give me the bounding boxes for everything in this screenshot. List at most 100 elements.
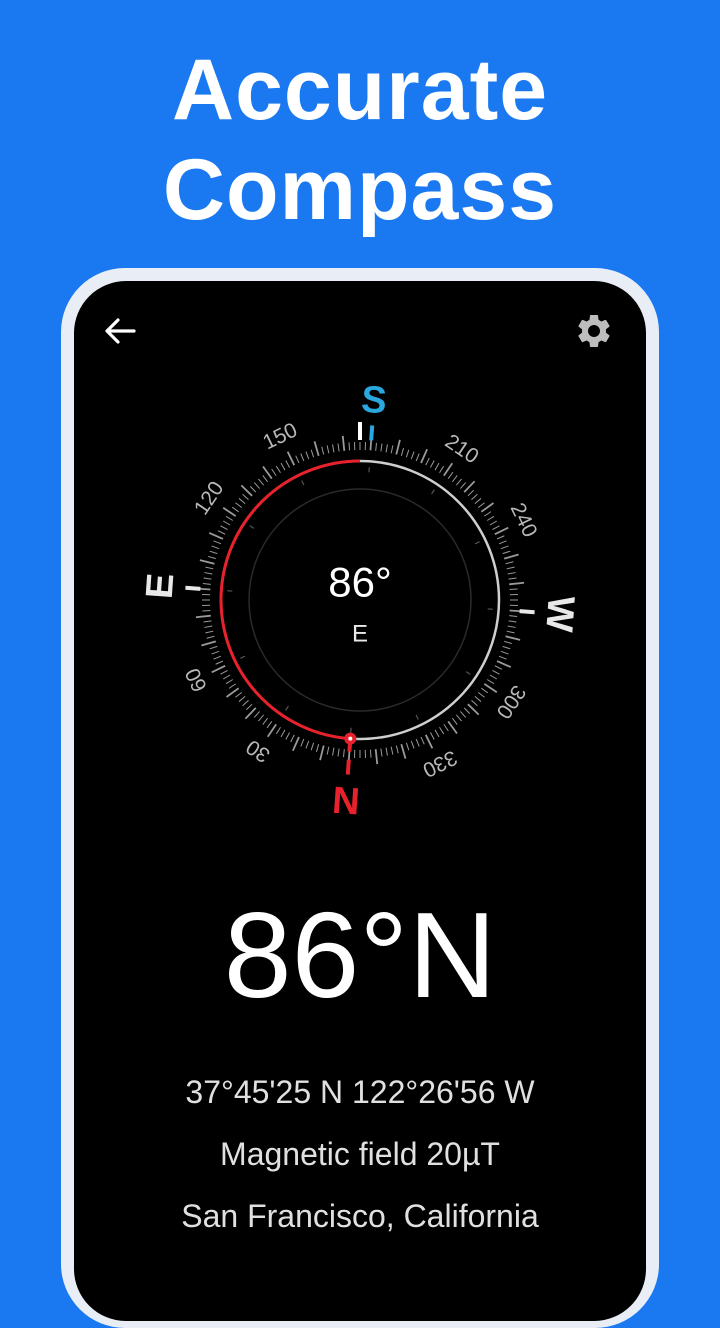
dial-tick: [487, 679, 494, 683]
dial-tick: [376, 443, 377, 451]
dial-tick: [343, 749, 344, 757]
dial-tick: [396, 440, 400, 455]
dial-tick: [212, 651, 220, 654]
center-heading: 86°: [328, 559, 392, 606]
inner-tick: [466, 672, 470, 675]
coordinates-text: 37°45'25 N 122°26'56 W: [74, 1072, 646, 1112]
dial-tick: [475, 498, 481, 503]
center-direction: E: [352, 621, 368, 648]
dial-tick: [391, 445, 393, 453]
dial-tick: [490, 521, 497, 525]
dial-tick: [246, 704, 252, 710]
dial-tick: [452, 718, 457, 724]
dial-tick: [293, 737, 299, 751]
dial-tick: [503, 551, 511, 553]
dial-tick: [214, 541, 221, 544]
inner-tick: [432, 490, 435, 494]
dial-tick: [452, 475, 457, 481]
dial-tick: [200, 560, 215, 564]
dial-tick: [509, 583, 524, 585]
dial-tick: [460, 483, 465, 489]
dial-tick: [291, 735, 295, 742]
dial-tick: [401, 448, 403, 456]
dial-tick: [281, 463, 285, 470]
cardinal-south-bar: [371, 425, 372, 440]
dial-tick: [430, 460, 434, 467]
inner-tick: [416, 715, 418, 719]
dial-tick: [306, 741, 309, 749]
dial-tick: [468, 490, 474, 496]
dial-tick: [495, 666, 502, 670]
dial-number: 120: [190, 477, 229, 519]
dial-tick: [243, 494, 249, 499]
dial-tick: [203, 583, 211, 584]
dial-tick: [444, 463, 452, 475]
dial-tick: [333, 444, 334, 452]
dial-tick: [439, 466, 443, 473]
dial-tick: [210, 551, 218, 553]
dial-number: 150: [259, 418, 301, 454]
dial-tick: [508, 573, 516, 574]
dial-tick: [216, 661, 223, 664]
dial-tick: [223, 521, 230, 525]
dial-tick: [507, 631, 515, 633]
dial-tick: [499, 656, 506, 659]
dial-number: 30: [242, 735, 274, 767]
dial-tick: [343, 436, 345, 451]
dial-tick: [508, 626, 516, 627]
dial-tick: [220, 526, 227, 530]
dial-tick: [272, 469, 276, 476]
dial-tick: [201, 641, 215, 645]
dial-tick: [204, 626, 212, 627]
dial-tick: [478, 692, 484, 697]
north-dot-center: [348, 737, 352, 741]
dial-tick: [220, 670, 227, 674]
dial-tick: [448, 472, 453, 478]
dial-tick: [205, 631, 213, 633]
dial-tick: [504, 641, 512, 643]
dial-tick: [267, 721, 272, 727]
cardinal-north: N: [331, 778, 361, 822]
dial-tick: [509, 578, 517, 579]
dial-tick: [406, 743, 408, 751]
dial-tick: [311, 743, 313, 751]
dial-tick: [263, 718, 268, 724]
dial-tick: [327, 747, 329, 755]
dial-tick: [490, 675, 497, 679]
dial-tick: [226, 679, 233, 683]
dial-tick: [426, 458, 430, 465]
dial-tick: [416, 454, 419, 461]
dial-tick: [430, 732, 434, 739]
dial-number: 210: [441, 430, 483, 469]
dial-tick: [506, 562, 514, 564]
dial-tick: [421, 737, 424, 744]
dial-tick: [276, 727, 280, 734]
dial-number: 60: [181, 664, 212, 695]
dial-tick: [396, 746, 398, 754]
dial-tick: [258, 479, 263, 485]
dial-tick: [507, 567, 515, 569]
dial-tick: [212, 666, 225, 673]
dial-number: 330: [419, 746, 461, 782]
dial-tick: [205, 567, 213, 569]
dial-tick: [349, 442, 350, 450]
dial-tick: [202, 610, 210, 611]
dial-tick: [315, 441, 319, 455]
dial-tick: [204, 573, 212, 574]
magnetic-field-text: Magnetic field 20µT: [74, 1134, 646, 1174]
dial-tick: [391, 747, 393, 755]
inner-tick: [475, 542, 479, 544]
dial-tick: [386, 444, 387, 452]
dial-tick: [218, 531, 225, 535]
dial-tick: [235, 503, 241, 508]
dial-tick: [406, 450, 408, 458]
dial-tick: [478, 503, 484, 508]
dial-tick: [232, 507, 238, 512]
dial-tick: [258, 715, 263, 721]
dial-tick: [250, 486, 256, 492]
dial-tick: [416, 739, 419, 746]
dial-tick: [509, 616, 517, 617]
dial-tick: [209, 533, 223, 539]
dial-tick: [204, 621, 212, 622]
dial-tick: [212, 546, 220, 549]
